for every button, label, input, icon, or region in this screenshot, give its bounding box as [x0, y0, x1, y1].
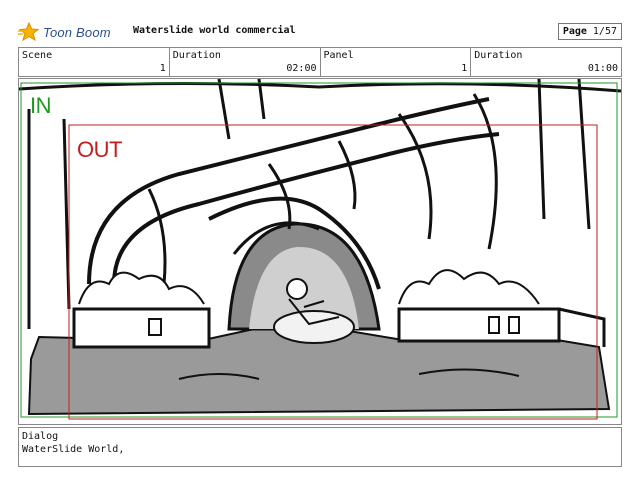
dialog-label: Dialog — [22, 431, 59, 442]
page-counter: Page 1/57 — [557, 23, 622, 40]
toon-boom-logo: Toon Boom — [18, 22, 111, 42]
panel-cell: Panel 1 — [321, 48, 472, 76]
in-frame-label: IN — [30, 93, 52, 118]
storyboard-panel-image: IN OUT — [18, 78, 622, 425]
scene-cell: Scene 1 — [19, 48, 170, 76]
panel-info-row: Scene 1 Duration 02:00 Panel 1 Duration … — [18, 47, 622, 77]
panel-value: 1 — [461, 63, 468, 74]
page-label: Page — [562, 26, 587, 37]
out-frame-label: OUT — [77, 137, 122, 162]
scene-value: 1 — [159, 63, 166, 74]
storyboard-header: Toon Boom Waterslide world commercial Pa… — [18, 22, 622, 42]
logo-text: Toon Boom — [43, 24, 111, 40]
scene-duration-label: Duration — [172, 50, 221, 61]
scene-label: Scene — [22, 50, 53, 61]
dialog-text: WaterSlide World, — [22, 444, 125, 455]
waterslide-sketch — [19, 79, 621, 420]
panel-duration-cell: Duration 01:00 — [471, 48, 621, 76]
scene-duration-cell: Duration 02:00 — [170, 48, 321, 76]
page-value: 1/57 — [592, 26, 617, 37]
storyboard-title: Waterslide world commercial — [133, 25, 296, 36]
panel-label: Panel — [323, 50, 354, 61]
dialog-box: Dialog WaterSlide World, — [18, 427, 622, 467]
star-burst-icon — [18, 22, 40, 42]
scene-duration-value: 02:00 — [286, 63, 317, 74]
panel-duration-label: Duration — [474, 50, 523, 61]
panel-duration-value: 01:00 — [587, 63, 618, 74]
